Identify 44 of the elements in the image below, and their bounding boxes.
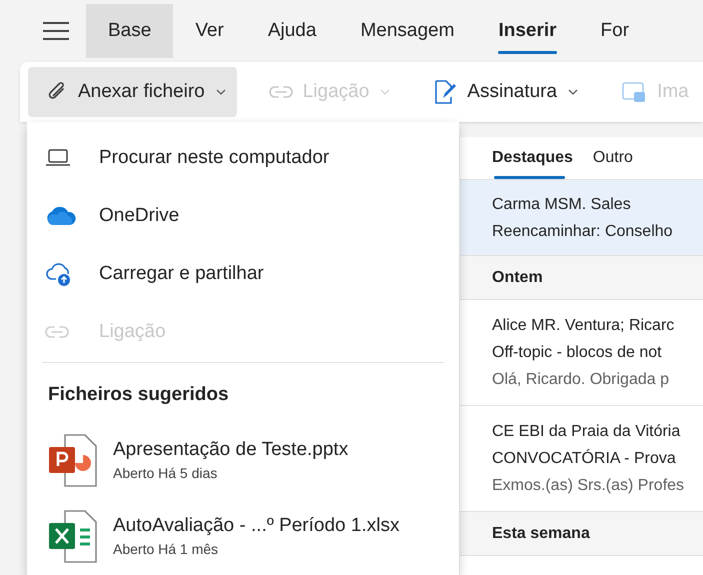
tab[interactable]: Ajuda bbox=[246, 4, 338, 58]
group-header: Ontem bbox=[460, 256, 703, 300]
file-detail: Aberto Há 5 dias bbox=[113, 464, 218, 484]
preview: Olá, Ricardo. Obrigada p bbox=[492, 370, 670, 390]
tab[interactable]: Base bbox=[86, 4, 174, 58]
file-name: Apresentação de Teste.pptx bbox=[113, 438, 348, 462]
file-name: AutoAvaliação - ...º Período 1.xlsx bbox=[113, 514, 400, 538]
ribbon-button[interactable]: Anexar ficheiro bbox=[28, 67, 237, 117]
presentation-file-icon bbox=[47, 433, 99, 490]
menu-item[interactable]: Procurar neste computador bbox=[27, 129, 459, 187]
subject: Reencaminhar: Conselho bbox=[492, 222, 674, 242]
message-row[interactable]: Carma MSM. Sales Reencaminhar: Conselho bbox=[460, 180, 703, 256]
preview: Exmos.(as) Srs.(as) Profes bbox=[492, 476, 686, 496]
image-icon bbox=[621, 80, 648, 104]
subject: Off-topic - blocos de not bbox=[492, 343, 663, 363]
sender: Carma MSM. Sales bbox=[492, 194, 632, 214]
tab[interactable]: Mensagem bbox=[338, 4, 476, 58]
tab[interactable]: Inserir bbox=[476, 4, 579, 58]
link-icon bbox=[268, 85, 293, 99]
cloud-icon bbox=[45, 206, 77, 226]
file-item[interactable]: Apresentação de Teste.pptx Aberto Há 5 dias bbox=[27, 424, 459, 500]
tab[interactable]: For bbox=[578, 4, 652, 58]
section-heading: Ficheiros sugeridos bbox=[47, 383, 230, 407]
spreadsheet-file-icon bbox=[47, 509, 99, 566]
menu-item[interactable]: Carregar e partilhar bbox=[27, 245, 459, 303]
tab[interactable]: Destaques bbox=[492, 137, 573, 179]
sender: Alice MR. Ventura; Ricarc bbox=[492, 316, 676, 336]
tab[interactable]: Outro bbox=[592, 137, 633, 179]
signature-icon bbox=[433, 79, 458, 105]
link-icon bbox=[45, 325, 69, 339]
subject: CONVOCATÓRIA - Prova bbox=[492, 448, 677, 469]
file-detail: Aberto Há 1 mês bbox=[113, 540, 220, 560]
tab[interactable]: Ver bbox=[173, 4, 246, 58]
ribbon-button[interactable]: Assinatura bbox=[415, 67, 590, 117]
group-header: Esta semana bbox=[460, 512, 703, 556]
sender: CE EBI da Praia da Vitória bbox=[492, 422, 682, 442]
chevron-down-icon bbox=[214, 88, 227, 96]
cloud-upload-icon bbox=[45, 261, 73, 287]
chevron-down-icon bbox=[379, 88, 392, 96]
file-item[interactable]: AutoAvaliação - ...º Período 1.xlsx Aberto Há 1 mês bbox=[27, 499, 459, 575]
menu-icon[interactable] bbox=[42, 21, 70, 41]
menu-item[interactable]: OneDrive bbox=[27, 187, 459, 245]
chevron-down-icon bbox=[567, 88, 580, 96]
laptop-icon bbox=[45, 149, 71, 167]
